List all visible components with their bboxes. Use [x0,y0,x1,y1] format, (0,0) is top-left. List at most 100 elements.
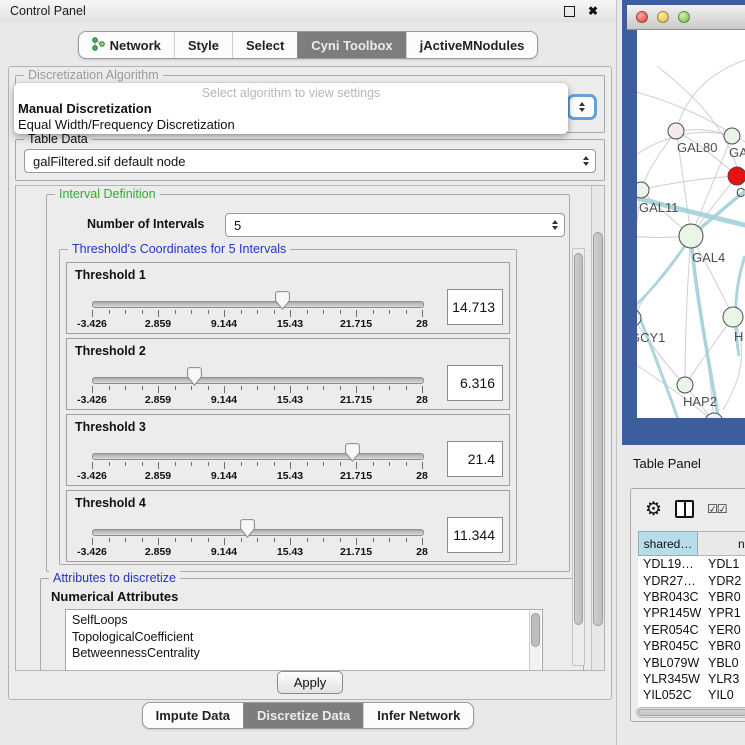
split-columns-icon[interactable] [675,500,694,518]
minimize-traffic-light-icon[interactable] [657,11,669,23]
tab-cyni-toolbox[interactable]: Cyni Toolbox [297,32,405,58]
select-columns-icon[interactable]: ☑☑ [707,502,727,516]
tick-label: 15.43 [277,470,303,482]
network-node[interactable] [637,182,649,198]
threshold-value-field[interactable]: 14.713 [447,289,503,325]
tick-mark [307,386,308,390]
network-node[interactable] [677,377,693,393]
table-row[interactable]: YBR043C YBR0 [638,589,745,605]
network-node[interactable] [679,224,703,248]
tick-label: -3.426 [77,470,107,482]
table-cell-shared-name: YLR345W [638,672,698,686]
tick-mark [142,538,143,542]
attribute-item[interactable]: TopologicalCoefficient [66,629,542,646]
node-label: HAP2 [683,394,717,409]
num-intervals-combobox[interactable]: 5 [225,213,565,237]
horizontal-scrollbar[interactable] [636,707,745,718]
inner-vertical-scrollbar[interactable] [572,248,585,666]
tab-impute-data[interactable]: Impute Data [143,703,243,728]
slider-thumb[interactable] [275,291,290,315]
slider-ticks [92,462,422,470]
slider-thumb[interactable] [345,443,360,467]
table-row[interactable]: YBR045C YBR0 [638,638,745,654]
tick-mark [373,538,374,542]
tab-jactivemnodules[interactable]: jActiveMNodules [406,32,538,58]
outer-vertical-scrollbar[interactable] [591,186,604,670]
network-node[interactable] [728,167,745,185]
table-row[interactable]: YPR145W YPR1 [638,605,745,621]
dropdown-hint: Select algorithm to view settings [14,83,568,100]
scrollbar-thumb[interactable] [531,613,540,647]
algorithm-combobox[interactable] [567,94,597,120]
tick-mark [340,386,341,390]
dropdown-option-manual[interactable]: Manual Discretization [14,100,568,116]
column-header-name[interactable]: na [698,531,745,556]
zoom-traffic-light-icon[interactable] [678,11,690,23]
tick-label: 9.144 [211,394,237,406]
tab-select[interactable]: Select [232,32,297,58]
cyni-toolbox-panel: Discretization Algorithm Select algorith… [8,66,612,700]
network-edge[interactable] [641,176,737,190]
close-icon[interactable]: ✖ [588,4,598,18]
scrollbar-thumb[interactable] [593,232,603,626]
slider-track[interactable] [92,453,424,460]
table-row[interactable]: YDL19… YDL1 [638,556,745,572]
table-data-combobox[interactable]: galFiltered.sif default node [24,149,596,173]
tick-mark [323,386,324,390]
network-edge[interactable] [637,286,679,418]
float-window-icon[interactable] [564,6,575,17]
network-node[interactable] [668,123,684,139]
slider-track[interactable] [92,301,424,308]
slider-thumb[interactable] [187,367,202,391]
tab-style[interactable]: Style [174,32,232,58]
scrollbar-thumb[interactable] [574,253,583,625]
network-edge[interactable] [691,236,733,317]
threshold-value-field[interactable]: 6.316 [447,365,503,401]
attribute-item[interactable]: BetweennessCentrality [66,645,542,662]
group-title: Threshold's Coordinates for 5 Intervals [68,242,290,257]
tab-discretize-data[interactable]: Discretize Data [243,703,363,728]
slider-thumb[interactable] [240,519,255,543]
settings-gear-icon[interactable]: ⚙ [645,500,662,519]
table-row[interactable]: YLR345W YLR3 [638,671,745,687]
attributes-scrollbar[interactable] [529,611,541,671]
threshold-value-field[interactable]: 21.4 [447,441,503,477]
tick-label: 2.859 [145,318,171,330]
close-traffic-light-icon[interactable] [636,11,648,23]
numerical-attributes-list: SelfLoops TopologicalCoefficient Between… [65,609,543,671]
table-row[interactable]: YDR27… YDR2 [638,572,745,588]
tick-mark [257,462,258,466]
threshold-label: Threshold 2 [75,344,146,358]
tab-network[interactable]: Network [79,32,174,58]
table-cell-name: YBL0 [698,656,739,670]
threshold-value-field[interactable]: 11.344 [447,517,503,553]
network-edge[interactable] [676,60,745,131]
network-edge[interactable] [685,236,691,385]
apply-button[interactable]: Apply [277,671,344,694]
network-window-titlebar[interactable] [627,5,745,30]
table-row[interactable]: YER054C YER0 [638,622,745,638]
slider-track[interactable] [92,377,424,384]
tick-mark [125,538,126,542]
tick-mark [92,310,93,317]
column-header-shared-name[interactable]: shared… [638,531,698,556]
slider-track[interactable] [92,529,424,536]
attribute-item[interactable]: SelfLoops [66,612,542,629]
network-edge[interactable] [641,131,676,190]
network-node[interactable] [724,128,740,144]
tab-infer-network[interactable]: Infer Network [363,703,473,728]
network-canvas[interactable]: GAL80GACGAL11GAL4GCY1HHAP2 [637,30,745,418]
tick-label: -3.426 [77,318,107,330]
tab-label: Style [188,38,219,53]
network-edge[interactable] [637,236,691,312]
dropdown-option-equal-width[interactable]: Equal Width/Frequency Discretization [14,116,568,132]
table-row[interactable]: YIL052C YIL0 [638,687,745,703]
network-node[interactable] [723,307,743,327]
group-title: Interval Definition [55,187,160,202]
table-row[interactable]: YBL079W YBL0 [638,654,745,670]
tick-label: 15.43 [277,318,303,330]
tab-label: Network [110,38,161,53]
combo-value: 5 [234,218,241,233]
network-node[interactable] [637,310,641,326]
scrollbar-thumb[interactable] [638,709,745,716]
